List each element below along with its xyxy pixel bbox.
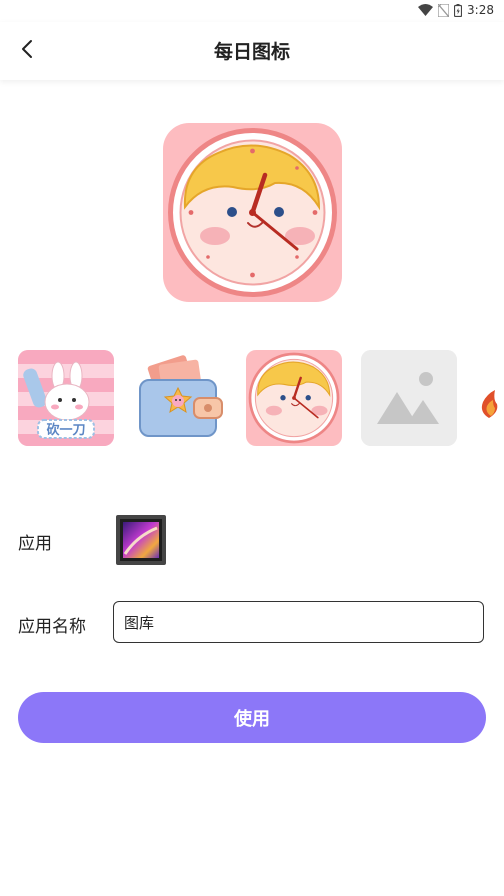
status-bar: 3:28: [0, 0, 504, 22]
app-header: 每日图标: [0, 22, 504, 80]
icon-option-bunny[interactable]: 砍一刀: [18, 350, 114, 446]
flame-icon: [475, 350, 504, 446]
icon-preview: [163, 123, 342, 302]
image-placeholder-icon: [361, 350, 457, 446]
bunny-icon: 砍一刀: [18, 350, 114, 446]
wifi-icon: [418, 4, 434, 16]
wallet-icon: [132, 350, 228, 446]
icon-option-placeholder[interactable]: [361, 350, 457, 446]
icon-option-clock[interactable]: [246, 350, 342, 446]
bunny-caption: 砍一刀: [46, 422, 85, 438]
page-title: 每日图标: [213, 41, 290, 63]
app-name-input[interactable]: [113, 601, 484, 643]
icon-option-flame[interactable]: [475, 350, 504, 446]
app-label: 应用: [18, 534, 52, 554]
gallery-app-icon: [115, 515, 167, 570]
app-picker[interactable]: [115, 514, 167, 566]
clock-face-icon: [246, 350, 342, 446]
status-time: 3:28: [467, 3, 494, 17]
no-sim-icon: [438, 3, 450, 17]
icon-option-wallet[interactable]: [132, 350, 228, 446]
clock-face-icon: [163, 128, 342, 302]
icon-options-strip: 砍一刀: [0, 350, 504, 446]
battery-icon: [454, 3, 463, 17]
app-name-label: 应用名称: [18, 617, 86, 637]
use-button[interactable]: 使用: [18, 692, 486, 743]
